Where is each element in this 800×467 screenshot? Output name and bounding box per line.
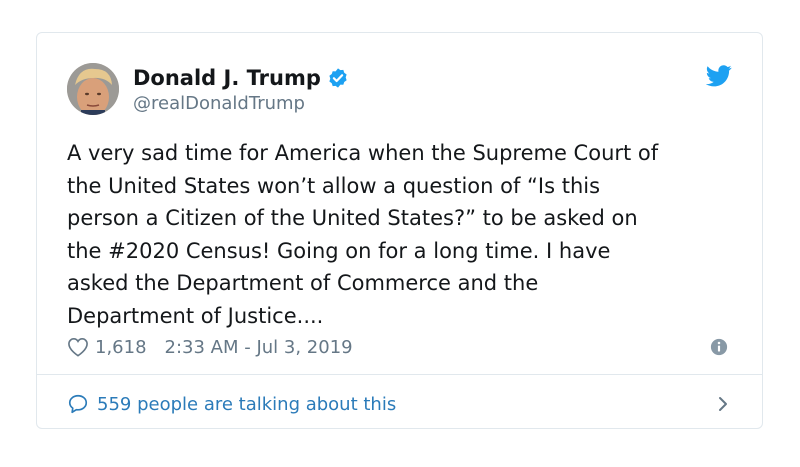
tweet-text: A very sad time for America when the Sup…	[67, 141, 659, 328]
tweet-meta: 1,618 2:33 AM - Jul 3, 2019	[67, 334, 732, 360]
like-count[interactable]: 1,618	[95, 337, 147, 358]
divider	[37, 374, 762, 375]
avatar-image	[67, 63, 119, 115]
speech-bubble-icon	[68, 394, 88, 414]
talking-about-link[interactable]: 559 people are talking about this	[67, 389, 732, 419]
heart-icon[interactable]	[67, 337, 89, 357]
twitter-bird-icon[interactable]	[706, 65, 732, 87]
author-display-name[interactable]: Donald J. Trump	[133, 65, 321, 91]
chevron-right-icon[interactable]	[716, 395, 730, 413]
author-display-name-row[interactable]: Donald J. Trump	[133, 65, 349, 91]
tweet-header: Donald J. Trump @realDonaldTrump	[67, 63, 732, 117]
tweet-timestamp[interactable]: 2:33 AM - Jul 3, 2019	[165, 337, 353, 358]
avatar[interactable]	[67, 63, 119, 115]
verified-badge-icon	[329, 68, 347, 88]
tweet-card: Donald J. Trump @realDonaldTrump A very …	[36, 32, 763, 429]
author-handle[interactable]: @realDonaldTrump	[133, 92, 349, 116]
talking-about-label[interactable]: 559 people are talking about this	[97, 394, 396, 415]
author-names: Donald J. Trump @realDonaldTrump	[133, 65, 349, 116]
info-icon[interactable]	[710, 338, 728, 356]
